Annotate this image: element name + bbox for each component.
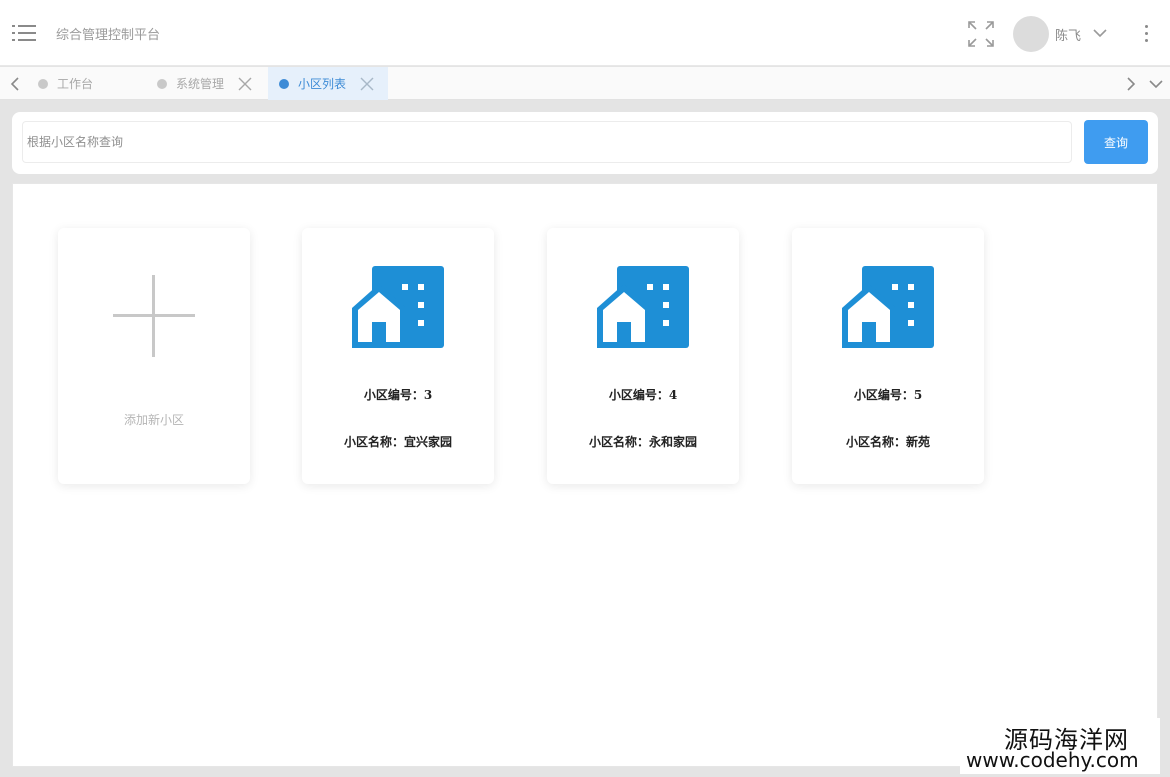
search-panel: 查询: [12, 112, 1158, 174]
chevron-left-icon[interactable]: [8, 76, 22, 92]
chevron-right-icon[interactable]: [1124, 76, 1138, 92]
add-community-card[interactable]: 添加新小区: [58, 228, 250, 484]
tab-dot-icon: [279, 78, 289, 89]
tab-dot-icon: [157, 78, 167, 89]
community-card[interactable]: 小区编号：4 小区名称：永和家园: [547, 228, 739, 484]
community-code: 小区编号：4: [608, 388, 678, 402]
tab-label: 工作台: [57, 77, 94, 91]
app-title: 综合管理控制平台: [56, 28, 161, 43]
plus-icon: [113, 275, 195, 357]
community-name: 小区名称：新苑: [845, 435, 930, 449]
fullscreen-icon[interactable]: [967, 20, 995, 48]
community-card-grid: 添加新小区 小区编号：3 小区名称：宜兴家园 小区编号：4 小区名称：永和家园: [12, 183, 1158, 767]
tab-label: 小区列表: [298, 77, 347, 91]
tab-label: 系统管理: [176, 77, 225, 91]
hamburger-menu-icon[interactable]: [12, 23, 36, 43]
community-card[interactable]: 小区编号：5 小区名称：新苑: [792, 228, 984, 484]
community-name: 小区名称：宜兴家园: [343, 435, 452, 449]
community-search-input[interactable]: [22, 121, 1072, 163]
community-code: 小区编号：5: [853, 388, 923, 402]
more-vertical-icon[interactable]: [1138, 22, 1154, 46]
chevron-down-icon[interactable]: [1092, 26, 1108, 40]
tab-workbench[interactable]: 工作台: [38, 67, 93, 100]
close-icon[interactable]: [360, 77, 374, 91]
building-icon: [597, 266, 689, 348]
tab-system-management[interactable]: 系统管理: [157, 67, 252, 100]
user-avatar[interactable]: [1013, 16, 1049, 52]
close-icon[interactable]: [238, 77, 252, 91]
username[interactable]: 陈飞: [1055, 25, 1081, 44]
add-community-label: 添加新小区: [123, 413, 184, 427]
search-button[interactable]: 查询: [1084, 120, 1148, 164]
tab-dot-icon: [38, 78, 48, 89]
top-header: 综合管理控制平台 陈飞: [0, 0, 1170, 66]
community-code: 小区编号：3: [363, 388, 433, 402]
building-icon: [842, 266, 934, 348]
building-icon: [352, 266, 444, 348]
watermark: 源码海洋网 www.codehy.com: [960, 718, 1160, 774]
community-card[interactable]: 小区编号：3 小区名称：宜兴家园: [302, 228, 494, 484]
chevron-down-icon[interactable]: [1148, 76, 1164, 92]
watermark-url: www.codehy.com: [966, 748, 1139, 772]
community-name: 小区名称：永和家园: [588, 435, 697, 449]
tab-bar: 工作台 系统管理 小区列表: [0, 67, 1170, 100]
tab-community-list[interactable]: 小区列表: [268, 67, 388, 100]
